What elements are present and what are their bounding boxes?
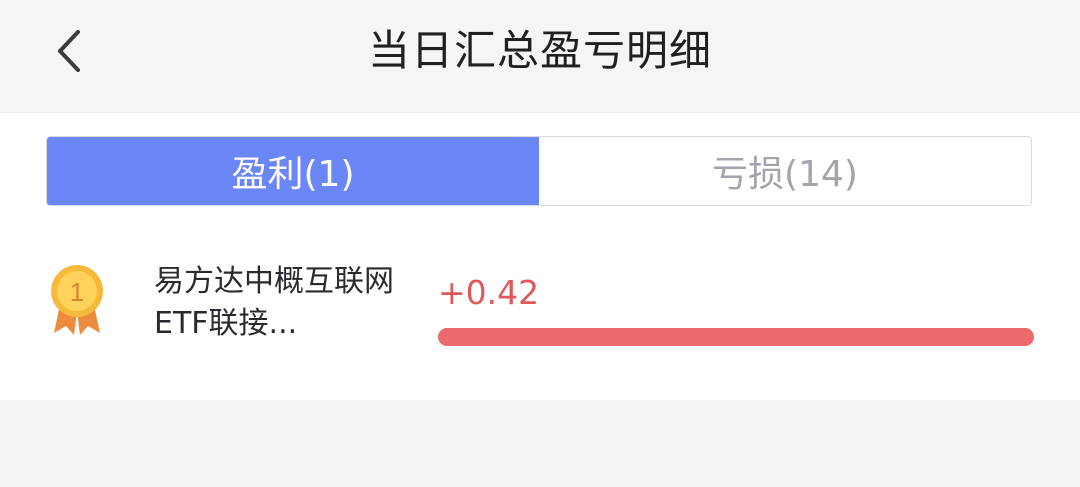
list-item[interactable]: 1 易方达中概互联网ETF联接... +0.42 bbox=[0, 243, 1080, 363]
medal-rank-label: 1 bbox=[70, 277, 84, 307]
tab-loss[interactable]: 亏损(14) bbox=[539, 137, 1031, 205]
empty-area bbox=[0, 400, 1080, 487]
profit-bar-track bbox=[438, 328, 1034, 346]
profit-bar-fill bbox=[438, 328, 1034, 346]
gold-medal-icon: 1 bbox=[46, 263, 108, 339]
content-panel: 盈利(1) 亏损(14) 1 易方达中概互联网ETF联接... +0.42 bbox=[0, 113, 1080, 400]
tab-profit[interactable]: 盈利(1) bbox=[47, 137, 539, 205]
profit-loss-segmented-control: 盈利(1) 亏损(14) bbox=[46, 136, 1032, 206]
profit-value: +0.42 bbox=[438, 273, 540, 312]
page-title: 当日汇总盈亏明细 bbox=[367, 26, 712, 75]
header-bar: 当日汇总盈亏明细 bbox=[0, 0, 1080, 113]
fund-name: 易方达中概互联网ETF联接... bbox=[154, 264, 394, 341]
